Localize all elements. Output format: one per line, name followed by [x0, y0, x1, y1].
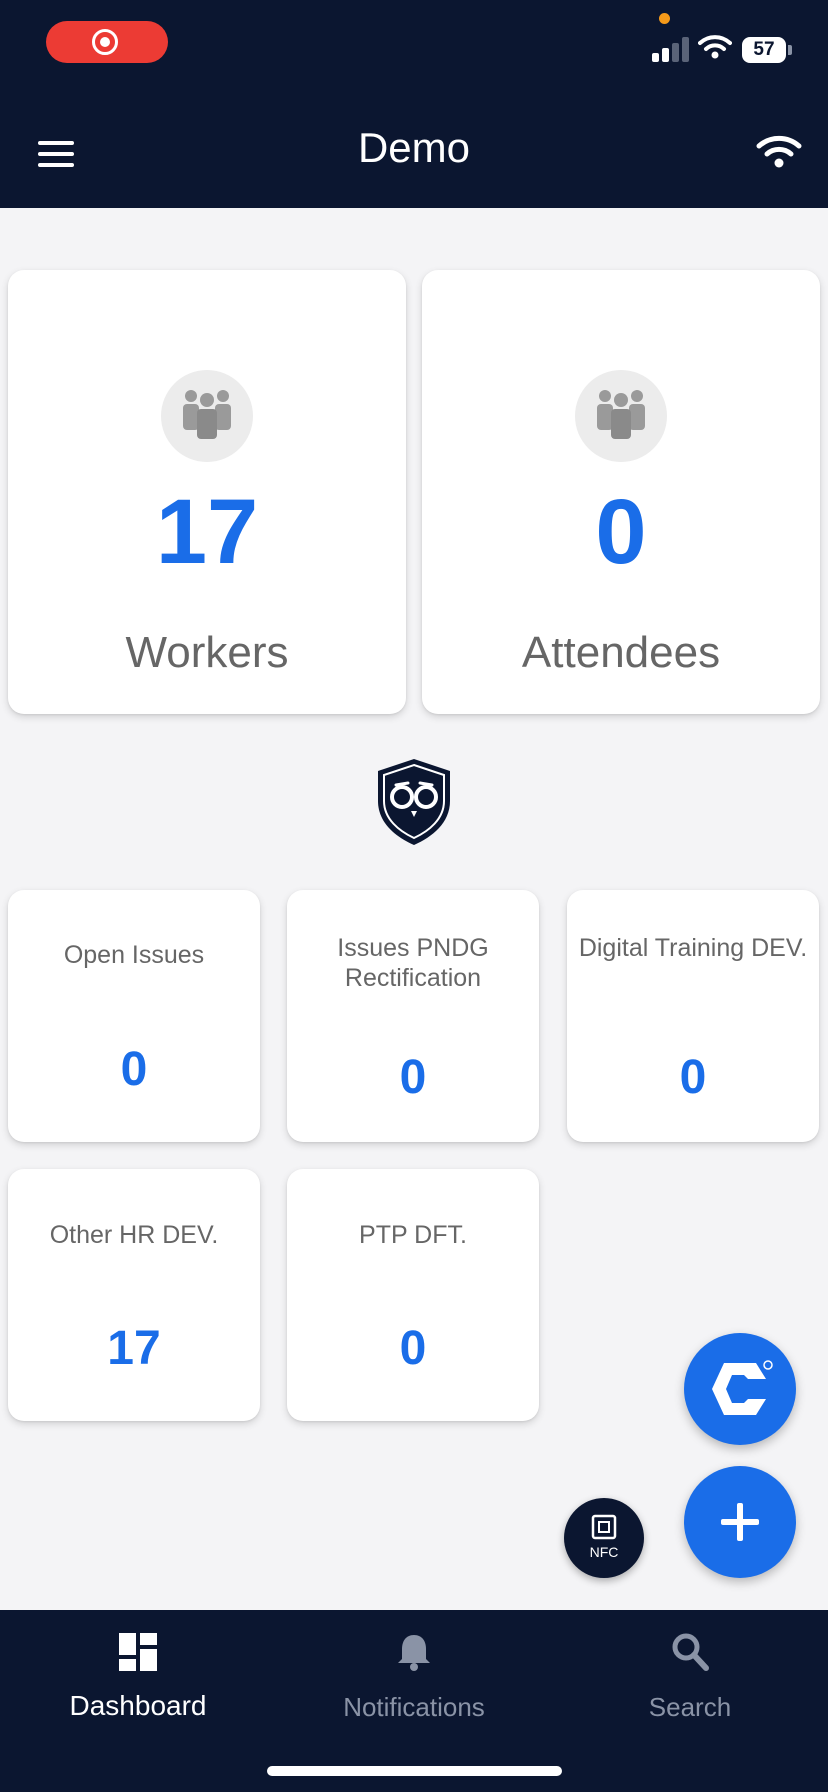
nfc-chip-icon: [591, 1514, 617, 1540]
battery-tip: [788, 45, 792, 55]
wifi-status-icon: [698, 35, 732, 59]
nav-dashboard[interactable]: Dashboard: [0, 1610, 276, 1740]
tile-label: Digital Training DEV.: [578, 934, 808, 962]
nfc-button[interactable]: NFC: [564, 1498, 644, 1578]
tile-label: Open Issues: [63, 941, 205, 969]
nav-dashboard-label: Dashboard: [69, 1690, 207, 1721]
nfc-label: NFC: [589, 1544, 619, 1560]
group-icon: [161, 370, 253, 462]
record-icon: [92, 29, 118, 55]
attendees-card[interactable]: 0 Attendees: [422, 270, 820, 714]
tile-value: 0: [120, 1043, 148, 1096]
app-header: 57 Demo: [0, 0, 828, 208]
brand-app-button[interactable]: [684, 1333, 796, 1445]
issues-pndg-rectification-tile[interactable]: Issues PNDG Rectification 0: [287, 890, 539, 1142]
workers-label: Workers: [125, 628, 289, 677]
dashboard-icon: [119, 1633, 157, 1671]
bottom-navigation: Dashboard Notifications Search: [0, 1610, 828, 1792]
other-hr-dev-tile[interactable]: Other HR DEV. 17: [8, 1169, 260, 1421]
attendees-label: Attendees: [521, 628, 721, 677]
tile-value: 0: [399, 1051, 427, 1104]
search-icon: [672, 1633, 709, 1671]
plus-icon-vertical: [737, 1503, 743, 1541]
battery-indicator: 57: [742, 37, 786, 63]
tile-label: Issues PNDG Rectification: [337, 934, 489, 992]
attendees-count: 0: [595, 481, 647, 583]
privacy-indicator-dot: [659, 13, 670, 24]
ptp-dft-tile[interactable]: PTP DFT. 0: [287, 1169, 539, 1421]
cellular-signal-icon: [652, 36, 690, 62]
owl-shield-logo: [378, 759, 450, 845]
tile-label: Other HR DEV.: [49, 1221, 219, 1249]
home-indicator[interactable]: [267, 1766, 562, 1776]
nav-notifications-label: Notifications: [343, 1692, 485, 1722]
bell-icon: [398, 1635, 430, 1671]
page-title: Demo: [357, 124, 471, 171]
add-button[interactable]: [684, 1466, 796, 1578]
nav-notifications[interactable]: Notifications: [276, 1610, 552, 1740]
workers-count: 17: [155, 481, 259, 583]
nav-search-label: Search: [648, 1692, 732, 1722]
wifi-connection-icon[interactable]: [756, 134, 802, 170]
digital-training-dev-tile[interactable]: Digital Training DEV. 0: [567, 890, 819, 1142]
workers-card[interactable]: 17 Workers: [8, 270, 406, 714]
brand-logo-icon: [712, 1360, 773, 1415]
tile-value: 17: [107, 1322, 161, 1375]
nav-search[interactable]: Search: [552, 1610, 828, 1740]
tile-label: PTP DFT.: [359, 1221, 467, 1249]
group-icon: [575, 370, 667, 462]
tile-value: 0: [679, 1051, 707, 1104]
tile-value: 0: [399, 1322, 427, 1375]
screen-recording-indicator[interactable]: [46, 21, 168, 63]
open-issues-tile[interactable]: Open Issues 0: [8, 890, 260, 1142]
